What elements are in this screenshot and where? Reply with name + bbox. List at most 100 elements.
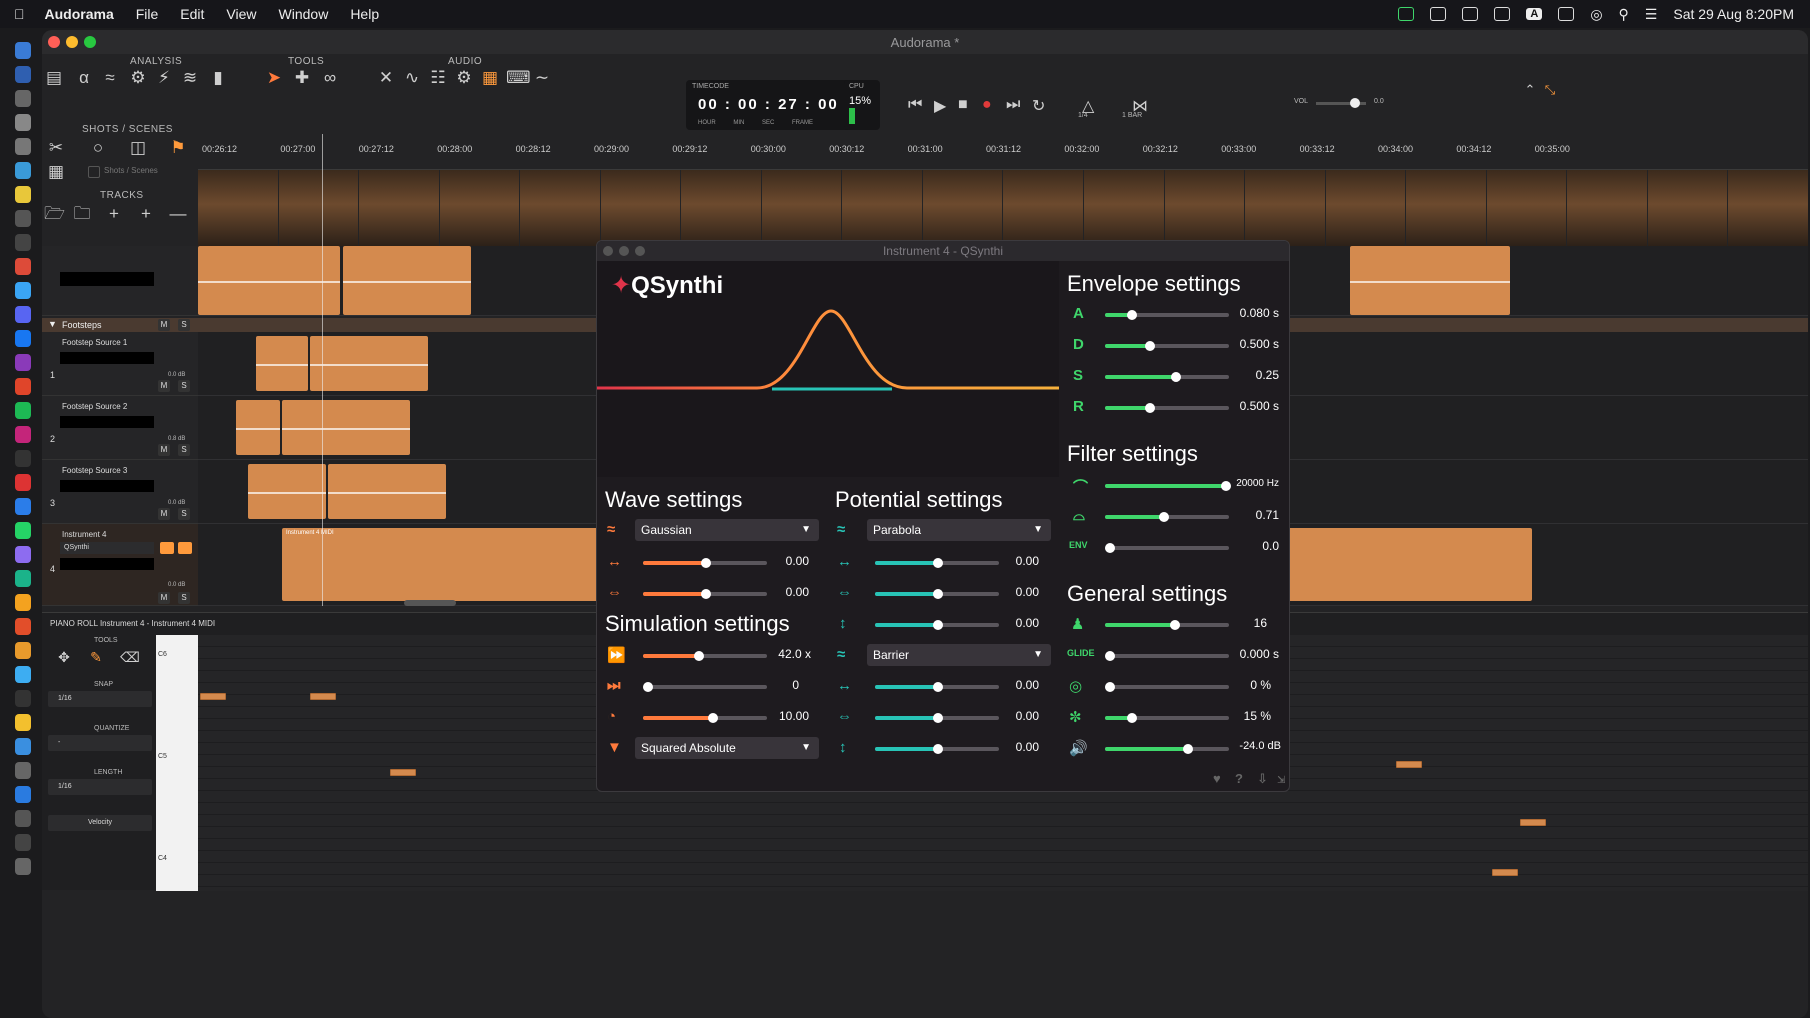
video-frame[interactable]	[1567, 170, 1647, 246]
waveform-icon[interactable]: ≋	[180, 68, 200, 88]
midi-note[interactable]	[1396, 761, 1422, 768]
video-frame[interactable]	[842, 170, 922, 246]
menu-view[interactable]: View	[226, 6, 256, 22]
rewind-icon[interactable]: ⏮	[908, 96, 922, 114]
audio-clip[interactable]	[282, 400, 410, 455]
app-icon[interactable]	[15, 666, 31, 683]
pulse-icon[interactable]: ∼	[532, 68, 552, 88]
add-track-icon[interactable]: +	[104, 204, 124, 224]
potential2-offset-slider[interactable]	[875, 682, 999, 692]
app-icon[interactable]	[15, 90, 31, 107]
env-amount-slider[interactable]	[1105, 543, 1229, 553]
app-icon[interactable]	[15, 450, 31, 467]
master-volume-slider[interactable]	[1105, 744, 1229, 754]
battery-icon[interactable]	[1558, 7, 1575, 21]
horizontal-scrollbar[interactable]	[404, 600, 456, 606]
volume-icon[interactable]	[1494, 7, 1511, 21]
wave-offset-slider[interactable]	[643, 558, 767, 568]
midi-note[interactable]	[1492, 869, 1518, 876]
search-icon[interactable]: ⚲	[1619, 6, 1629, 23]
status-icon[interactable]	[1398, 7, 1415, 21]
loop-icon[interactable]: ↻	[1032, 96, 1045, 116]
video-frame[interactable]	[761, 170, 842, 246]
midi-note[interactable]	[310, 693, 336, 700]
volume-knob[interactable]	[1350, 98, 1360, 108]
keyboard-icon[interactable]: ⌨	[506, 68, 531, 88]
app-icon[interactable]	[15, 186, 31, 203]
app-icon[interactable]	[15, 162, 31, 179]
app-icon[interactable]	[15, 786, 31, 803]
download-icon[interactable]: ⇩	[1257, 771, 1268, 787]
app-icon[interactable]	[15, 282, 31, 299]
zoom-window-button[interactable]	[84, 36, 96, 48]
minimize-window-button[interactable]	[66, 36, 78, 48]
power-icon[interactable]	[160, 542, 174, 554]
bars-icon[interactable]: ▮	[208, 68, 228, 88]
app-icon[interactable]	[15, 258, 31, 275]
speed-slider[interactable]	[643, 651, 767, 661]
menu-window[interactable]: Window	[279, 6, 329, 22]
eraser-icon[interactable]: ⌫	[120, 647, 140, 667]
solo-button[interactable]: S	[178, 508, 190, 520]
video-frame[interactable]	[198, 170, 278, 246]
folder-chevron-icon[interactable]: ▼	[48, 319, 57, 329]
status-icon[interactable]	[1430, 7, 1447, 21]
video-frame[interactable]	[278, 170, 359, 246]
audio-clip[interactable]	[236, 400, 280, 455]
mute-button[interactable]: M	[158, 508, 170, 520]
video-frame[interactable]	[520, 170, 600, 246]
marker-icon[interactable]: ⚑	[168, 138, 188, 158]
app-icon[interactable]	[15, 618, 31, 635]
solo-button[interactable]: S	[178, 592, 190, 604]
app-icon[interactable]	[15, 474, 31, 491]
attack-slider[interactable]	[1105, 310, 1229, 320]
stereo-slider[interactable]	[1105, 682, 1229, 692]
plugin-minimize-button[interactable]	[619, 246, 629, 256]
grid-select-a[interactable]: 1/4	[1078, 112, 1088, 119]
grid-select-b[interactable]: 1 BAR	[1122, 112, 1142, 119]
track-name-field[interactable]	[60, 272, 154, 286]
wrench-icon[interactable]: ⚙	[128, 68, 148, 88]
close-window-button[interactable]	[48, 36, 60, 48]
app-icon[interactable]	[15, 498, 31, 515]
plugin-close-button[interactable]	[603, 246, 613, 256]
move-icon[interactable]: ✥	[54, 647, 74, 667]
app-icon[interactable]	[15, 378, 31, 395]
cutoff-slider[interactable]	[1105, 481, 1231, 491]
app-icon[interactable]	[15, 114, 31, 131]
voices-slider[interactable]	[1105, 620, 1229, 630]
mute-button[interactable]: M	[158, 444, 170, 456]
video-frame[interactable]	[1486, 170, 1567, 246]
folder-add-icon[interactable]: 🗁	[44, 204, 65, 224]
scissors-icon[interactable]: ✂	[46, 138, 66, 158]
steps-slider[interactable]	[643, 682, 767, 692]
grid-tool-icon[interactable]: ☷	[428, 68, 448, 88]
collapse-icon[interactable]: ⌃	[1520, 80, 1540, 100]
audio-clip[interactable]	[343, 246, 471, 315]
velocity-button[interactable]: Velocity	[48, 815, 152, 831]
video-frame[interactable]	[1003, 170, 1084, 246]
remove-track-icon[interactable]: —	[168, 204, 188, 224]
app-icon[interactable]	[15, 642, 31, 659]
link-tool-icon[interactable]: ∞	[320, 68, 340, 88]
app-icon[interactable]	[15, 210, 31, 227]
piano-keys[interactable]: C6 C5 C4	[156, 635, 198, 891]
playhead[interactable]	[322, 134, 323, 606]
resonance-slider[interactable]	[1105, 512, 1229, 522]
wave-type-select[interactable]: Gaussian ▼	[635, 519, 819, 541]
sustain-slider[interactable]	[1105, 372, 1229, 382]
plugin-zoom-button[interactable]	[635, 246, 645, 256]
mixer-icon[interactable]: ⚙	[454, 68, 474, 88]
video-frame[interactable]	[1245, 170, 1325, 246]
app-icon[interactable]	[15, 306, 31, 323]
potential-height-slider[interactable]	[875, 620, 999, 630]
bolt-icon[interactable]: ⚡	[154, 68, 174, 88]
app-icon[interactable]	[15, 522, 31, 539]
control-center-icon[interactable]: ☰	[1645, 6, 1658, 23]
audio-clip[interactable]	[198, 246, 340, 315]
clock[interactable]: Sat 29 Aug 8:20PM	[1673, 6, 1794, 22]
mute-button[interactable]: M	[158, 319, 170, 331]
video-frame[interactable]	[922, 170, 1003, 246]
video-frame[interactable]	[681, 170, 761, 246]
rate-slider[interactable]	[643, 713, 767, 723]
